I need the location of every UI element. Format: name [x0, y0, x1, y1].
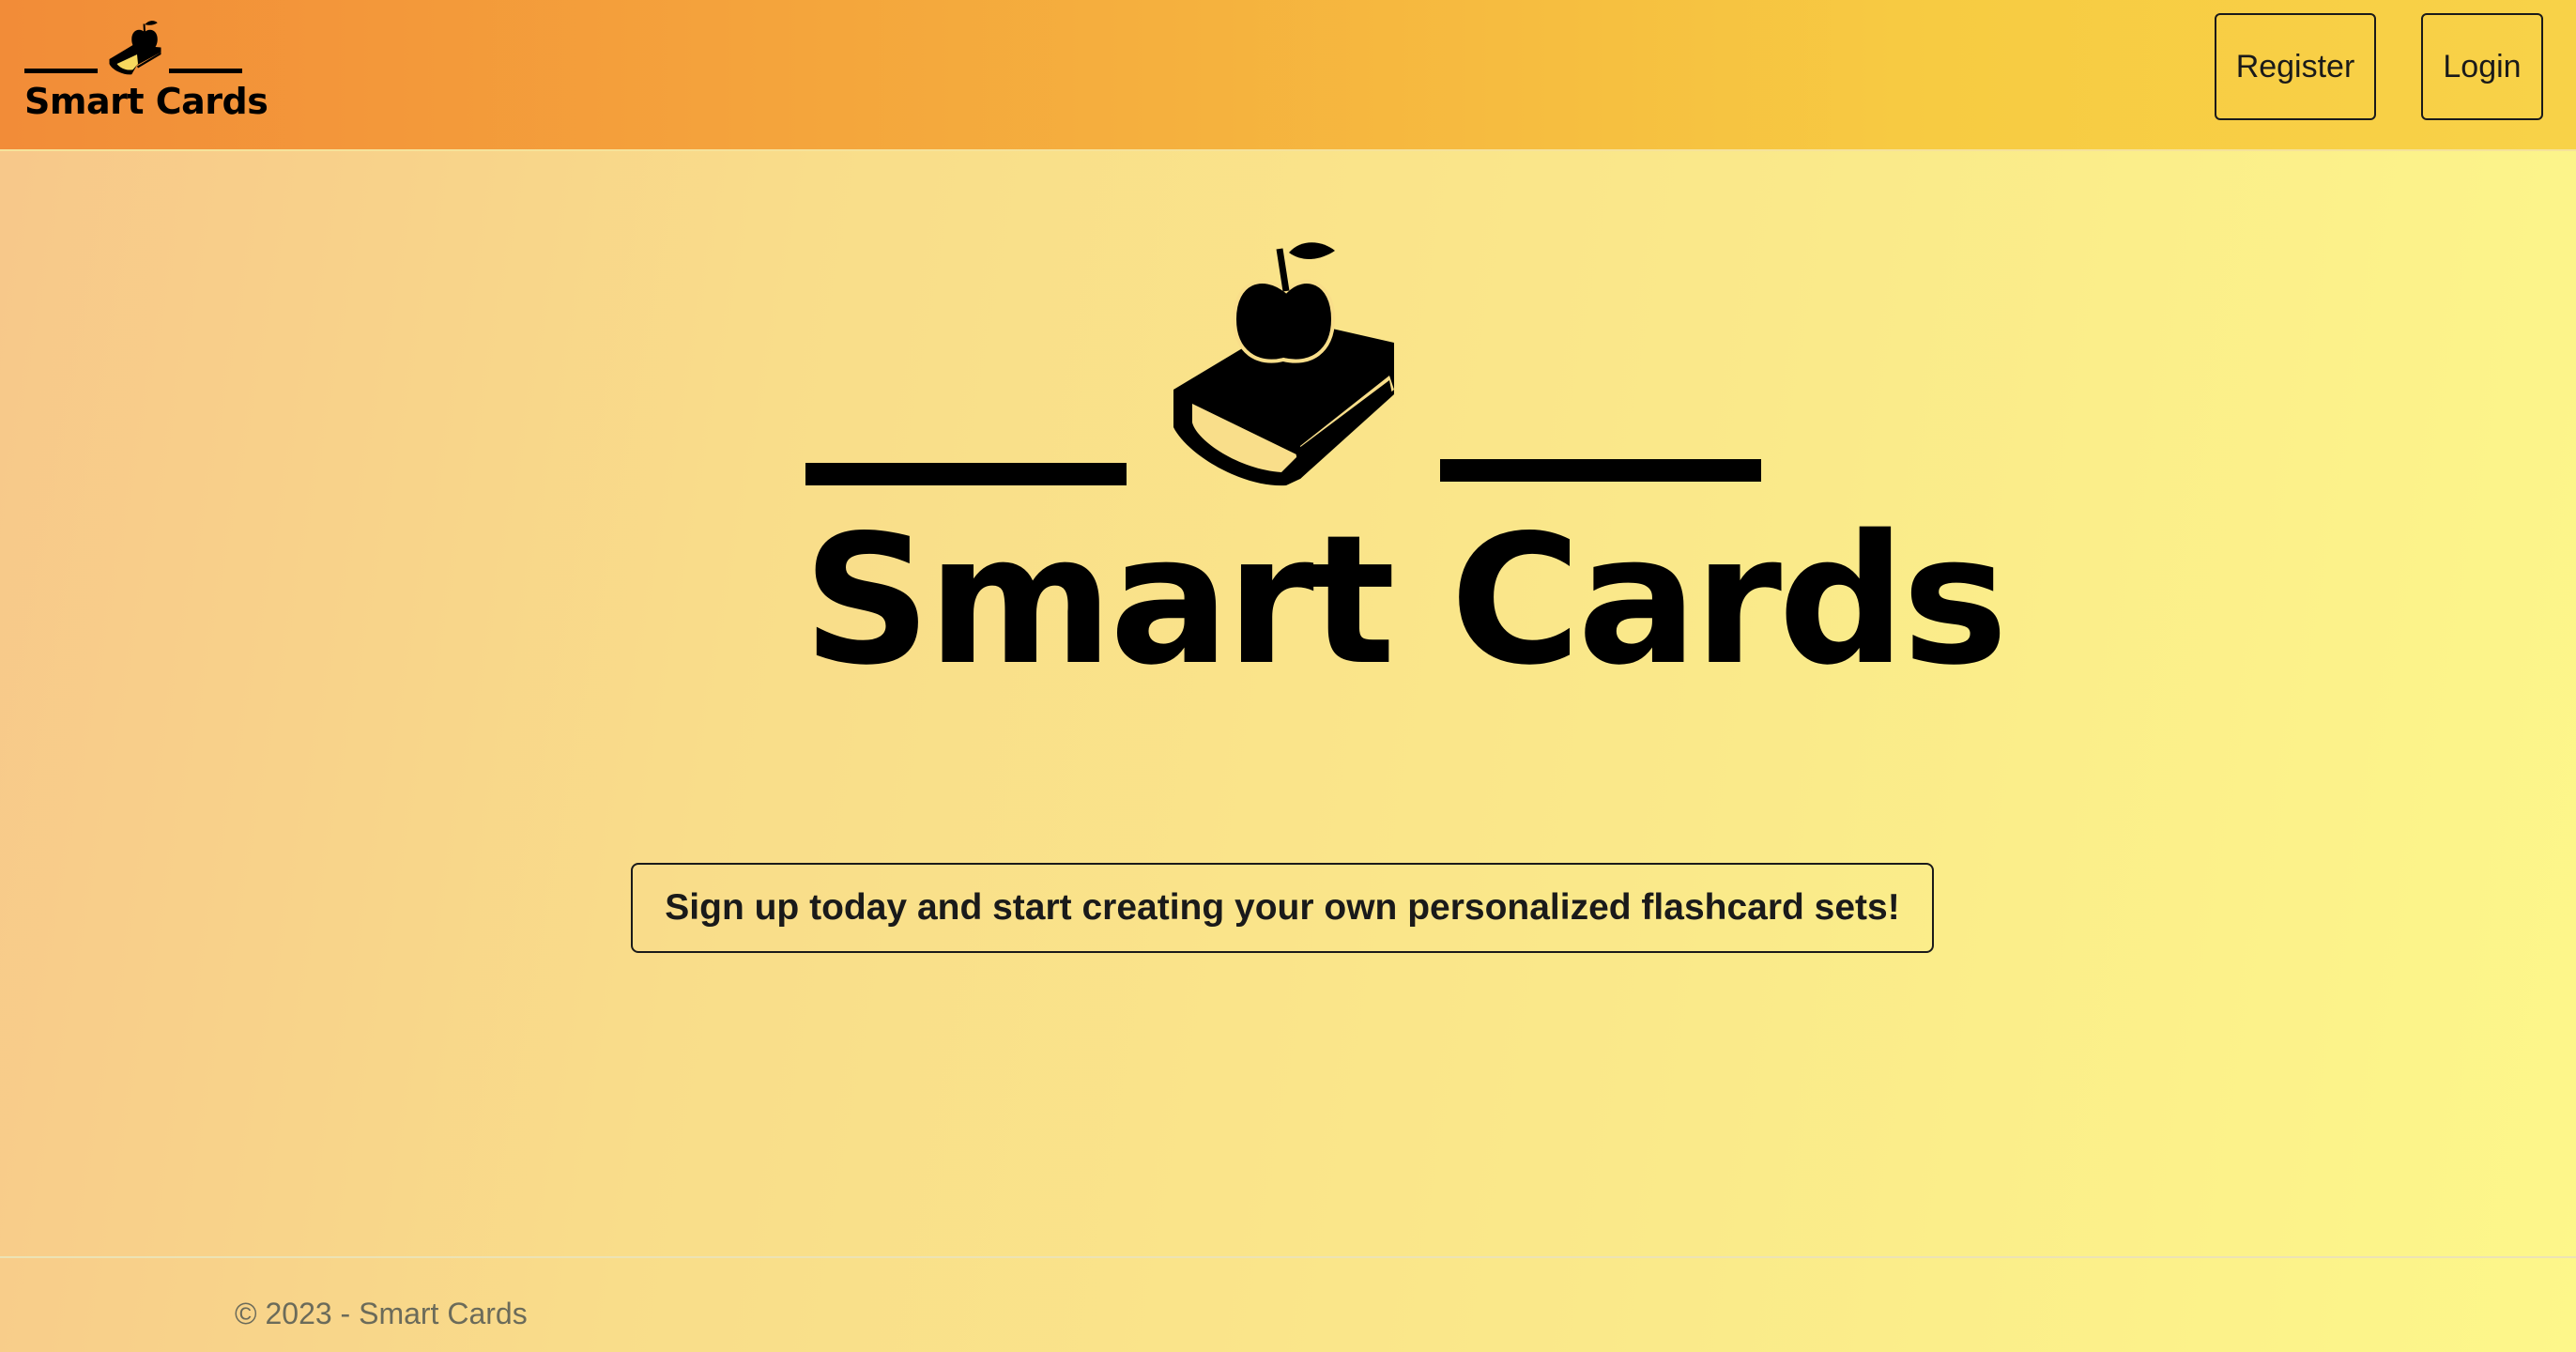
signup-cta-button[interactable]: Sign up today and start creating your ow… — [631, 863, 1934, 953]
footer-copyright: © 2023 - Smart Cards — [235, 1297, 528, 1330]
login-button[interactable]: Login — [2421, 13, 2543, 120]
hero-logo — [805, 242, 1761, 486]
register-button[interactable]: Register — [2215, 13, 2376, 120]
hero-rule-right — [1440, 459, 1761, 482]
footer: © 2023 - Smart Cards — [0, 1256, 2576, 1352]
brand-label: Smart Cards — [24, 81, 268, 122]
hero-rule-left — [805, 463, 1127, 485]
navbar: Smart Cards Register Login — [0, 0, 2576, 151]
apple-on-book-icon — [24, 21, 242, 75]
hero-title: Smart Cards — [803, 497, 2008, 704]
brand-link[interactable]: Smart Cards — [23, 15, 268, 124]
apple-on-book-icon — [1173, 242, 1394, 486]
